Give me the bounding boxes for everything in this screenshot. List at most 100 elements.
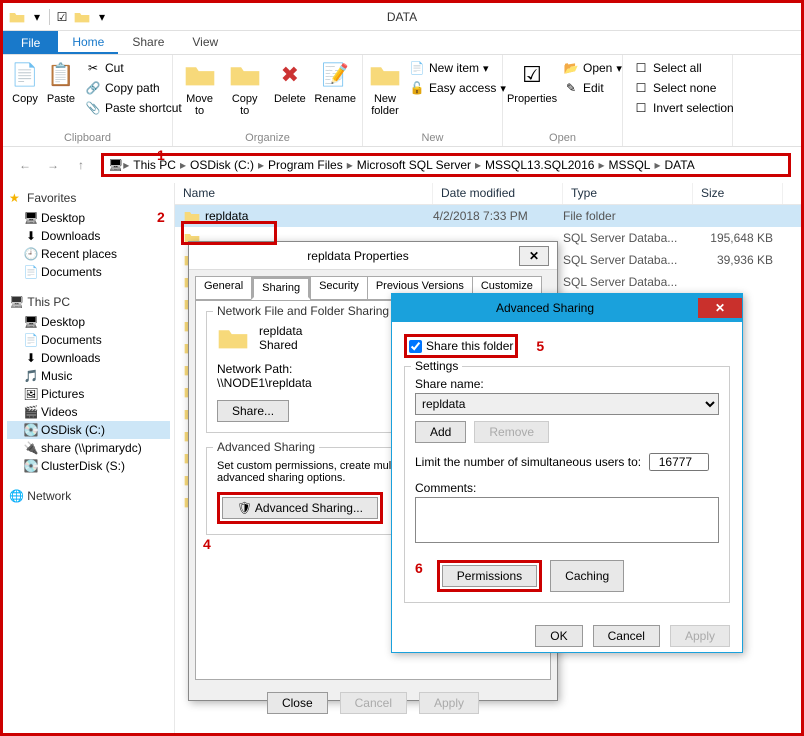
annotation-2: 2: [157, 209, 165, 225]
folder-icon: [217, 325, 249, 351]
select-none-button[interactable]: ☐Select none: [629, 79, 738, 97]
sidebar-item[interactable]: ⬇Downloads: [7, 349, 170, 367]
table-row[interactable]: repldata4/2/2018 7:33 PMFile folder: [175, 205, 801, 227]
annotation-5: 5: [536, 338, 544, 354]
network-sharing-group: Network File and Folder Sharing: [213, 304, 393, 318]
limit-users-label: Limit the number of simultaneous users t…: [415, 455, 641, 469]
col-date: Date modified: [433, 183, 563, 204]
paste-button[interactable]: 📋Paste: [45, 59, 77, 130]
add-button[interactable]: Add: [415, 421, 466, 443]
sidebar-item[interactable]: 📄Documents: [7, 331, 170, 349]
up-button[interactable]: ↑: [69, 153, 93, 177]
open-button[interactable]: 📂Open ▾: [559, 59, 626, 77]
sidebar-item[interactable]: 🎬Videos: [7, 403, 170, 421]
dialog-title: repldata Properties: [197, 249, 519, 263]
group-organize: Organize: [179, 130, 356, 144]
sidebar-item[interactable]: 🖼Pictures: [7, 385, 170, 403]
forward-button[interactable]: →: [41, 153, 65, 177]
rename-button[interactable]: 📝Rename: [314, 59, 356, 130]
ribbon: 📄Copy 📋Paste ✂Cut 🔗Copy path 📎Paste shor…: [3, 55, 801, 147]
quick-access-toolbar: ▾ ☑ ▾: [3, 9, 116, 25]
close-icon[interactable]: ✕: [698, 298, 742, 318]
copy-to-button[interactable]: Copy to: [224, 59, 265, 130]
nav-sidebar: Favorites 🖥Desktop ⬇Downloads 🕘Recent pl…: [3, 183, 175, 733]
copy-path-button[interactable]: 🔗Copy path: [81, 79, 186, 97]
annotation-6: 6: [415, 560, 423, 592]
column-headers[interactable]: Name Date modified Type Size: [175, 183, 801, 205]
dropdown-icon[interactable]: ▾: [94, 9, 110, 25]
share-name-select[interactable]: repldata: [415, 393, 719, 415]
dropdown-icon[interactable]: ▾: [29, 9, 45, 25]
comments-label: Comments:: [415, 481, 719, 495]
ribbon-tabs: File Home Share View: [3, 31, 801, 55]
copy-button[interactable]: 📄Copy: [9, 59, 41, 130]
annotation-1: 1: [157, 147, 165, 163]
cut-button[interactable]: ✂Cut: [81, 59, 186, 77]
delete-button[interactable]: ✖Delete: [269, 59, 310, 130]
sidebar-item[interactable]: 🎵Music: [7, 367, 170, 385]
group-clipboard: Clipboard: [9, 130, 166, 144]
invert-selection-button[interactable]: ☐Invert selection: [629, 99, 738, 117]
move-to-button[interactable]: Move to: [179, 59, 220, 130]
sidebar-item[interactable]: 💽ClusterDisk (S:): [7, 457, 170, 475]
folder-icon: [9, 9, 25, 25]
share-name-label: Share name:: [415, 377, 719, 391]
window-title: DATA: [387, 10, 417, 24]
tab-security[interactable]: Security: [310, 276, 368, 300]
back-button[interactable]: ←: [13, 153, 37, 177]
address-bar-row: ← → ↑ 🖥 ▸ This PC▸ OSDisk (C:)▸ Program …: [3, 147, 801, 183]
sidebar-this-pc[interactable]: 🖥 This PC: [7, 295, 170, 309]
apply-button: Apply: [419, 692, 479, 714]
folder-icon: [183, 207, 201, 225]
paste-shortcut-button[interactable]: 📎Paste shortcut: [81, 99, 186, 117]
sidebar-network[interactable]: 🌐 Network: [7, 489, 170, 503]
cancel-button: Cancel: [340, 692, 407, 714]
new-folder-icon[interactable]: [74, 9, 90, 25]
comments-field[interactable]: [415, 497, 719, 543]
new-item-button[interactable]: 📄New item ▾: [405, 59, 510, 77]
col-size: Size: [693, 183, 783, 204]
caching-button[interactable]: Caching: [550, 560, 624, 592]
shield-icon: 🛡: [237, 501, 252, 515]
share-this-folder-checkbox[interactable]: [409, 340, 422, 353]
sidebar-item[interactable]: 📄Documents: [7, 263, 170, 281]
tab-home[interactable]: Home: [58, 31, 118, 54]
properties-icon[interactable]: ☑: [54, 9, 70, 25]
tab-sharing[interactable]: Sharing: [251, 276, 311, 300]
sidebar-item[interactable]: 🔌share (\\primarydc): [7, 439, 170, 457]
tab-share[interactable]: Share: [118, 31, 178, 54]
easy-access-button[interactable]: 🔓Easy access ▾: [405, 79, 510, 97]
select-all-button[interactable]: ☐Select all: [629, 59, 738, 77]
sidebar-item-osdisk[interactable]: 💽OSDisk (C:): [7, 421, 170, 439]
share-button[interactable]: Share...: [217, 400, 289, 422]
sidebar-favorites[interactable]: Favorites: [7, 191, 170, 205]
window-titlebar: ▾ ☑ ▾ DATA: [3, 3, 801, 31]
breadcrumb[interactable]: 🖥 ▸ This PC▸ OSDisk (C:)▸ Program Files▸…: [101, 153, 791, 177]
settings-label: Settings: [411, 359, 462, 373]
ok-button[interactable]: OK: [535, 625, 582, 647]
tab-general[interactable]: General: [195, 276, 252, 300]
share-this-folder-label: Share this folder: [426, 339, 513, 353]
shared-status: Shared: [259, 338, 302, 352]
advanced-sharing-dialog: Advanced Sharing ✕ Share this folder 5 S…: [391, 293, 743, 653]
advanced-sharing-button[interactable]: 🛡 Advanced Sharing...: [222, 497, 378, 519]
tab-view[interactable]: View: [178, 31, 232, 54]
close-button[interactable]: Close: [267, 692, 328, 714]
sidebar-item[interactable]: 🖥Desktop: [7, 313, 170, 331]
group-open: Open: [509, 130, 616, 144]
sidebar-item[interactable]: ⬇Downloads: [7, 227, 170, 245]
edit-button[interactable]: ✎Edit: [559, 79, 626, 97]
advanced-sharing-group: Advanced Sharing: [213, 440, 319, 454]
limit-users-stepper[interactable]: [649, 453, 709, 471]
permissions-button[interactable]: Permissions: [442, 565, 537, 587]
new-folder-button[interactable]: New folder: [369, 59, 401, 130]
properties-button[interactable]: ☑Properties: [509, 59, 555, 130]
sidebar-item[interactable]: 🕘Recent places: [7, 245, 170, 263]
annotation-4: 4: [203, 536, 211, 552]
sidebar-item[interactable]: 🖥Desktop: [7, 209, 170, 227]
tab-file[interactable]: File: [3, 31, 58, 54]
remove-button: Remove: [474, 421, 549, 443]
cancel-button[interactable]: Cancel: [593, 625, 660, 647]
close-icon[interactable]: ✕: [519, 246, 549, 266]
pc-icon: 🖥: [108, 158, 123, 172]
